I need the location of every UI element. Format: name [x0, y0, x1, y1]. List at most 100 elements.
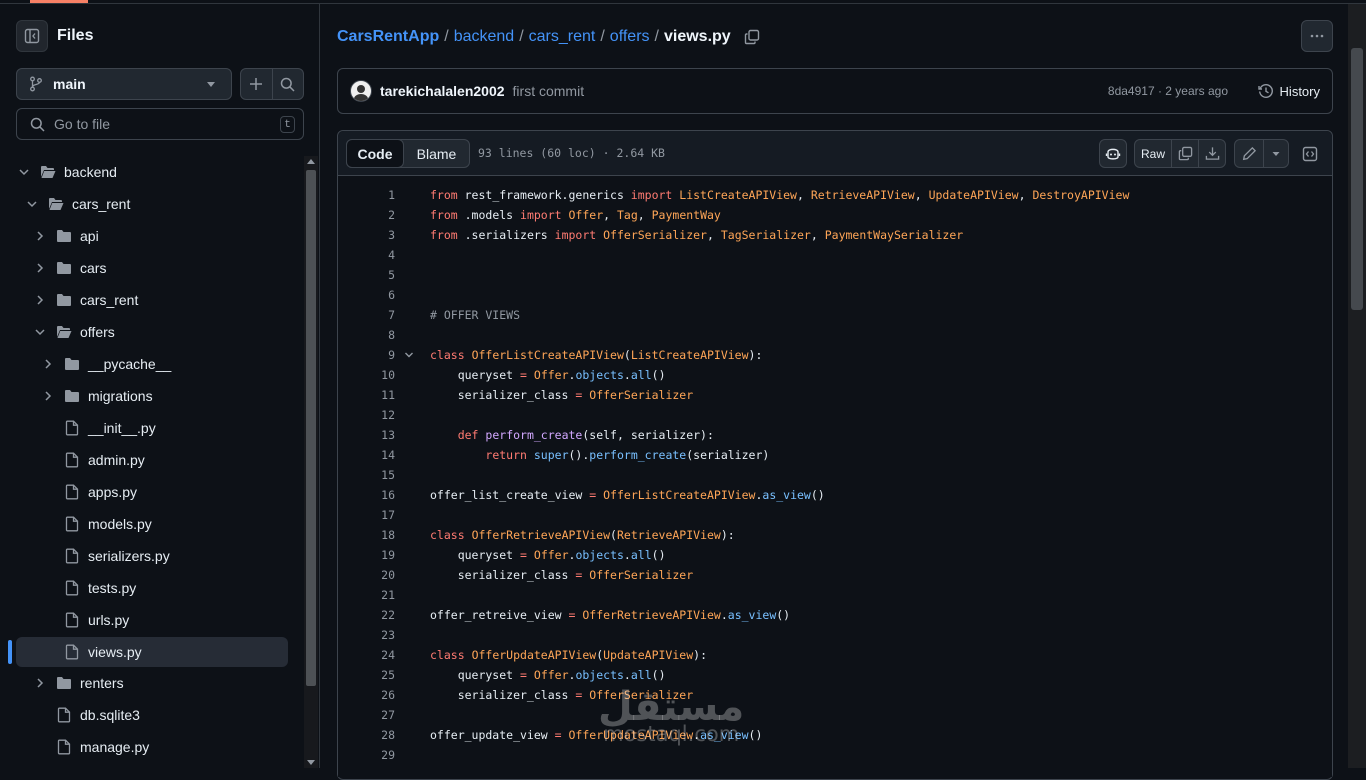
commit-meta[interactable]: 8da4917 · 2 years ago [1108, 84, 1228, 98]
line-number[interactable]: 3 [338, 225, 395, 245]
code-line[interactable]: 9 class OfferListCreateAPIView(ListCreate… [338, 345, 1332, 365]
code-line[interactable]: 25 queryset = Offer.objects.all() [338, 665, 1332, 685]
tree-file-tests-py[interactable]: tests.py [16, 573, 288, 603]
tree-file-db-sqlite3[interactable]: db.sqlite3 [16, 700, 288, 730]
chevron-right-icon-wrap[interactable] [32, 675, 48, 691]
chevron-right-icon-wrap[interactable] [32, 228, 48, 244]
code-line[interactable]: 7 # OFFER VIEWS [338, 305, 1332, 325]
line-number[interactable]: 1 [338, 185, 395, 205]
code-line[interactable]: 2 from .models import Offer, Tag, Payment… [338, 205, 1332, 225]
code-line[interactable]: 11 serializer_class = OfferSerializer [338, 385, 1332, 405]
download-button[interactable] [1198, 140, 1225, 167]
add-file-button[interactable] [241, 69, 272, 99]
tab-code[interactable]: Code [346, 139, 404, 168]
tree-folder-migrations[interactable]: migrations [16, 381, 288, 411]
code-line[interactable]: 4 [338, 245, 1332, 265]
tree-folder-cars[interactable]: cars [16, 253, 288, 283]
avatar[interactable] [350, 80, 372, 102]
tree-folder-api[interactable]: api [16, 221, 288, 251]
tree-folder-renters[interactable]: renters [16, 668, 288, 698]
code-line[interactable]: 28 offer_update_view = OfferUpdateAPIView… [338, 725, 1332, 745]
breadcrumb-link-backend[interactable]: backend [454, 28, 515, 46]
line-number[interactable]: 5 [338, 265, 395, 285]
line-number[interactable]: 21 [338, 585, 395, 605]
line-number[interactable]: 27 [338, 705, 395, 725]
commit-message[interactable]: first commit [513, 83, 585, 99]
code-line[interactable]: 12 [338, 405, 1332, 425]
chevron-right-icon-wrap[interactable] [32, 260, 48, 276]
line-number[interactable]: 12 [338, 405, 395, 425]
edit-file-button[interactable] [1235, 140, 1263, 167]
breadcrumb-link-cars-rent[interactable]: cars_rent [529, 28, 596, 46]
line-number[interactable]: 14 [338, 445, 395, 465]
code-line[interactable]: 13 def perform_create(self, serializer): [338, 425, 1332, 445]
branch-selector[interactable]: main [16, 68, 232, 100]
chevron-right-icon-wrap[interactable] [32, 292, 48, 308]
code-line[interactable]: 24 class OfferUpdateAPIView(UpdateAPIView… [338, 645, 1332, 665]
code-line[interactable]: 17 [338, 505, 1332, 525]
breadcrumb-link-offers[interactable]: offers [610, 28, 650, 46]
page-scrollbar[interactable] [1348, 4, 1366, 768]
tree-file-admin-py[interactable]: admin.py [16, 445, 288, 475]
line-number[interactable]: 28 [338, 725, 395, 745]
line-number[interactable]: 19 [338, 545, 395, 565]
line-number[interactable]: 6 [338, 285, 395, 305]
code-line[interactable]: 26 serializer_class = OfferSerializer [338, 685, 1332, 705]
edit-dropdown-button[interactable] [1263, 140, 1288, 167]
line-number[interactable]: 16 [338, 485, 395, 505]
code-line[interactable]: 15 [338, 465, 1332, 485]
tree-folder-pycache[interactable]: __pycache__ [16, 349, 288, 379]
scroll-down-arrow-icon[interactable] [307, 760, 315, 765]
line-number[interactable]: 22 [338, 605, 395, 625]
raw-button[interactable]: Raw [1135, 140, 1171, 167]
chevron-down-icon-wrap[interactable] [24, 196, 40, 212]
line-number[interactable]: 23 [338, 625, 395, 645]
symbols-panel-button[interactable] [1296, 139, 1324, 168]
tree-folder-cars-rent[interactable]: cars_rent [16, 285, 288, 315]
line-number[interactable]: 8 [338, 325, 395, 345]
code-line[interactable]: 10 queryset = Offer.objects.all() [338, 365, 1332, 385]
code-line[interactable]: 29 [338, 745, 1332, 765]
line-number[interactable]: 17 [338, 505, 395, 525]
code-line[interactable]: 21 [338, 585, 1332, 605]
tree-folder-backend[interactable]: backend [16, 157, 288, 187]
scrollbar-thumb[interactable] [306, 170, 316, 686]
code-line[interactable]: 22 offer_retreive_view = OfferRetrieveAPI… [338, 605, 1332, 625]
code-line[interactable]: 3 from .serializers import OfferSerialize… [338, 225, 1332, 245]
copy-raw-button[interactable] [1171, 140, 1198, 167]
chevron-down-icon-wrap[interactable] [32, 324, 48, 340]
tree-folder-offers[interactable]: offers [16, 317, 288, 347]
line-number[interactable]: 2 [338, 205, 395, 225]
line-number[interactable]: 4 [338, 245, 395, 265]
line-number[interactable]: 20 [338, 565, 395, 585]
code-line[interactable]: 14 return super().perform_create(seriali… [338, 445, 1332, 465]
code-line[interactable]: 16 offer_list_create_view = OfferListCrea… [338, 485, 1332, 505]
tree-file-apps-py[interactable]: apps.py [16, 477, 288, 507]
code-line[interactable]: 20 serializer_class = OfferSerializer [338, 565, 1332, 585]
line-number[interactable]: 11 [338, 385, 395, 405]
code-line[interactable]: 19 queryset = Offer.objects.all() [338, 545, 1332, 565]
code-line[interactable]: 6 [338, 285, 1332, 305]
line-number[interactable]: 10 [338, 365, 395, 385]
search-files-button[interactable] [271, 69, 304, 99]
more-options-button[interactable] [1301, 20, 1333, 52]
line-number[interactable]: 26 [338, 685, 395, 705]
line-number[interactable]: 7 [338, 305, 395, 325]
history-button[interactable]: History [1257, 83, 1320, 99]
sidebar-collapse-button[interactable] [16, 20, 48, 52]
tree-folder-cars-rent[interactable]: cars_rent [16, 189, 288, 219]
copilot-button[interactable] [1099, 139, 1127, 168]
scrollbar-thumb[interactable] [1351, 48, 1363, 310]
code-line[interactable]: 27 [338, 705, 1332, 725]
code-line[interactable]: 8 [338, 325, 1332, 345]
go-to-file-input[interactable]: Go to file t [16, 108, 304, 140]
line-number[interactable]: 15 [338, 465, 395, 485]
copy-path-button[interactable] [744, 29, 760, 45]
line-number[interactable]: 24 [338, 645, 395, 665]
code-line[interactable]: 1 from rest_framework.generics import Lis… [338, 185, 1332, 205]
tree-file-urls-py[interactable]: urls.py [16, 605, 288, 635]
tree-file-manage-py[interactable]: manage.py [16, 732, 288, 762]
chevron-right-icon-wrap[interactable] [40, 356, 56, 372]
tree-file-serializers-py[interactable]: serializers.py [16, 541, 288, 571]
breadcrumb-repo-link[interactable]: CarsRentApp [337, 28, 439, 46]
